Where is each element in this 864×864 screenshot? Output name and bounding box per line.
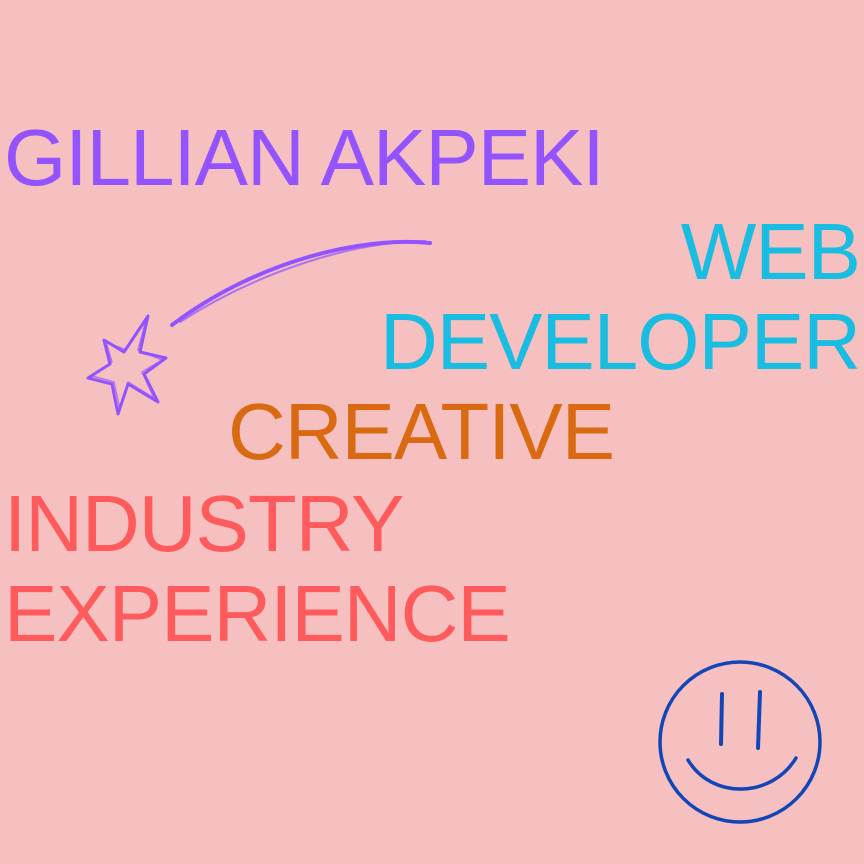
smiley-face-icon — [658, 660, 822, 824]
